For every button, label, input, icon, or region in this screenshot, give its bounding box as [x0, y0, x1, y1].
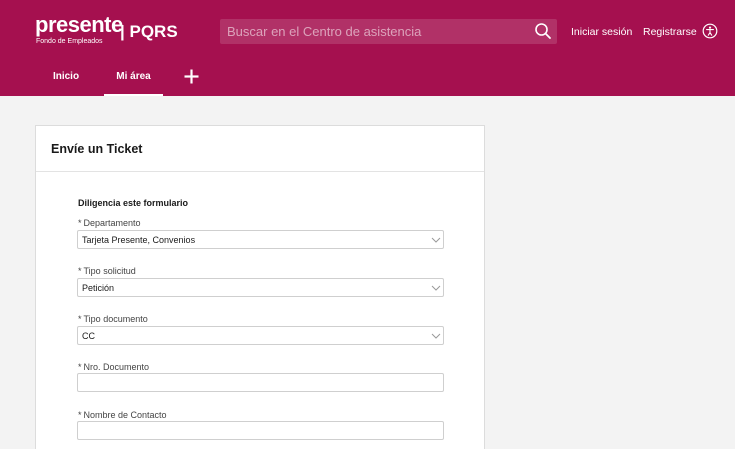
departamento-value: Tarjeta Presente, Convenios [82, 235, 196, 245]
required-marker: * [78, 410, 82, 420]
nro-documento-input[interactable] [77, 373, 444, 392]
required-marker: * [78, 362, 82, 372]
required-marker: * [78, 266, 82, 276]
tab-label: Mi área [116, 71, 151, 82]
card-divider [36, 171, 484, 172]
tipo-solicitud-value: Petición [82, 283, 115, 293]
tab-label: Inicio [52, 71, 80, 82]
portal-title: | PQRS [120, 22, 178, 41]
nombre-contacto-input[interactable] [77, 421, 444, 440]
chevron-down-icon [431, 237, 441, 243]
ticket-card: Envíe un Ticket Diligencia este formular… [35, 125, 485, 449]
field-label-text: Nro. Documento [83, 362, 150, 372]
card-title: Envíe un Ticket [51, 142, 143, 156]
search-icon[interactable] [534, 22, 552, 40]
login-link[interactable]: Iniciar sesión [571, 24, 632, 40]
top-header: presente Fondo de Empleados | PQRS Inici… [0, 0, 735, 96]
tipo-solicitud-select[interactable]: Petición [77, 278, 444, 297]
search-bar [220, 19, 557, 44]
tab-mi-area[interactable]: Mi área [104, 65, 163, 96]
field-label-text: Tipo documento [83, 314, 148, 324]
field-label-text: Departamento [83, 218, 141, 228]
tipo-solicitud-label: * Tipo solicitud [78, 265, 136, 277]
nombre-contacto-label: * Nombre de Contacto [78, 409, 167, 421]
accessibility-icon[interactable] [702, 23, 718, 39]
tipo-documento-label: * Tipo documento [78, 313, 148, 325]
chevron-down-icon [431, 333, 441, 339]
presente-logo[interactable]: presente Fondo de Empleados [35, 12, 123, 52]
form-title: Diligencia este formulario [78, 198, 189, 208]
departamento-select[interactable]: Tarjeta Presente, Convenios [77, 230, 444, 249]
chevron-down-icon [431, 285, 441, 291]
search-input[interactable] [220, 19, 520, 44]
required-marker: * [78, 218, 82, 228]
nro-documento-label: * Nro. Documento [78, 361, 149, 373]
tipo-documento-value: CC [82, 331, 95, 341]
field-label-text: Nombre de Contacto [83, 410, 167, 420]
logo-brand: presente [35, 12, 123, 37]
tab-inicio[interactable]: Inicio [42, 65, 90, 96]
required-marker: * [78, 314, 82, 324]
register-link[interactable]: Registrarse [643, 24, 697, 40]
field-label-text: Tipo solicitud [83, 266, 136, 276]
tipo-documento-select[interactable]: CC [77, 326, 444, 345]
plus-icon[interactable] [183, 68, 200, 85]
logo-tagline: Fondo de Empleados [36, 38, 103, 45]
departamento-label: * Departamento [78, 217, 141, 229]
